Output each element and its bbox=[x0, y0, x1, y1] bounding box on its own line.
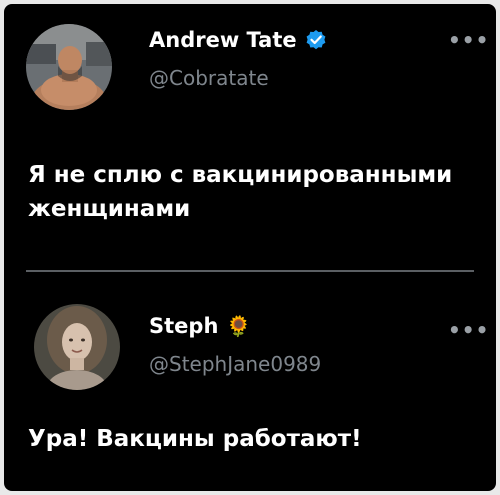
author-name[interactable]: Andrew Tate bbox=[149, 28, 297, 52]
more-options-icon[interactable]: ••• bbox=[448, 28, 489, 52]
sunflower-emoji-icon: 🌻 bbox=[226, 314, 252, 338]
author-name-row: Steph 🌻 bbox=[149, 314, 251, 338]
avatar-andrew-tate-image bbox=[26, 24, 112, 110]
divider bbox=[26, 270, 474, 272]
author-name[interactable]: Steph bbox=[149, 314, 218, 338]
tweet-text: Я не сплю с вакцинированными женщинами bbox=[28, 162, 453, 222]
author-handle[interactable]: @StephJane0989 bbox=[149, 352, 321, 376]
avatar-steph-image bbox=[34, 304, 120, 390]
avatar[interactable] bbox=[34, 304, 120, 390]
screenshot-frame: Andrew Tate @Cobratate ••• Я не сплю с в… bbox=[4, 4, 496, 491]
tweet-steph[interactable]: Steph 🌻 @StephJane0989 ••• Ура! Вакцины … bbox=[4, 276, 496, 491]
author-handle[interactable]: @Cobratate bbox=[149, 66, 269, 90]
avatar[interactable] bbox=[26, 24, 112, 110]
tweet-andrew-tate[interactable]: Andrew Tate @Cobratate ••• Я не сплю с в… bbox=[4, 4, 496, 266]
verified-badge-icon bbox=[305, 29, 327, 51]
tweet-text: Ура! Вакцины работают! bbox=[28, 426, 362, 452]
more-options-icon[interactable]: ••• bbox=[448, 318, 489, 342]
author-name-row: Andrew Tate bbox=[149, 28, 327, 52]
